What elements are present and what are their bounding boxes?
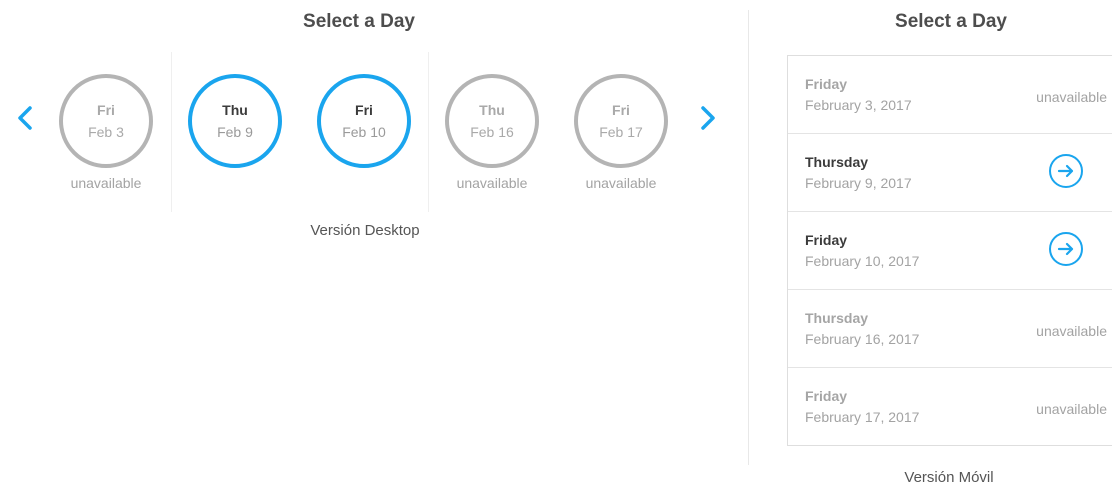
day-option-feb-9[interactable]: Thu Feb 9 (187, 74, 283, 193)
day-of-week: Fri (355, 101, 373, 118)
day-status (316, 175, 412, 193)
day-status: unavailable (70, 175, 142, 191)
day-of-week: Fri (612, 101, 630, 118)
row-date: February 10, 2017 (805, 253, 920, 269)
day-of-week: Thu (479, 101, 505, 118)
arrow-right-circle-icon[interactable] (1049, 154, 1083, 188)
arrow-right-circle-icon[interactable] (1049, 232, 1083, 266)
list-item: Friday February 3, 2017 unavailable (788, 56, 1112, 134)
day-list: Friday February 3, 2017 unavailable Thur… (787, 55, 1112, 446)
day-date: Feb 16 (470, 123, 514, 140)
day-status: unavailable (585, 175, 657, 191)
section-separator (748, 10, 749, 465)
divider (428, 52, 429, 212)
row-status: unavailable (1036, 323, 1107, 339)
list-item: Thursday February 16, 2017 unavailable (788, 290, 1112, 368)
day-circle[interactable]: Thu Feb 9 (188, 74, 282, 168)
row-day-of-week: Friday (805, 388, 848, 404)
list-item[interactable]: Thursday February 9, 2017 (788, 134, 1112, 212)
row-day-of-week: Thursday (805, 154, 869, 170)
day-date: Feb 9 (217, 123, 253, 140)
row-date: February 17, 2017 (805, 409, 920, 425)
day-of-week: Fri (97, 101, 115, 118)
desktop-title: Select a Day (303, 11, 415, 32)
row-day-of-week: Friday (805, 76, 848, 92)
divider (171, 52, 172, 212)
day-option-feb-17: Fri Feb 17 unavailable (573, 74, 669, 193)
day-option-feb-10[interactable]: Fri Feb 10 (316, 74, 412, 193)
list-item[interactable]: Friday February 10, 2017 (788, 212, 1112, 290)
row-status: unavailable (1036, 89, 1107, 105)
row-date: February 3, 2017 (805, 97, 912, 113)
day-circle: Fri Feb 17 (574, 74, 668, 168)
row-day-of-week: Thursday (805, 310, 869, 326)
row-date: February 16, 2017 (805, 331, 920, 347)
day-circle: Fri Feb 3 (59, 74, 153, 168)
desktop-caption: Versión Desktop (310, 222, 420, 239)
day-status: unavailable (456, 175, 528, 191)
day-option-feb-16: Thu Feb 16 unavailable (444, 74, 540, 193)
row-status: unavailable (1036, 401, 1107, 417)
list-item: Friday February 17, 2017 unavailable (788, 368, 1112, 446)
mobile-title: Select a Day (895, 11, 1007, 32)
day-date: Feb 3 (88, 123, 124, 140)
day-status (187, 175, 283, 193)
row-date: February 9, 2017 (805, 175, 912, 191)
day-date: Feb 10 (342, 123, 386, 140)
day-circle[interactable]: Fri Feb 10 (317, 74, 411, 168)
day-option-feb-3: Fri Feb 3 unavailable (58, 74, 154, 193)
day-circle: Thu Feb 16 (445, 74, 539, 168)
mobile-caption: Versión Móvil (904, 469, 994, 486)
chevron-right-icon[interactable] (694, 104, 720, 132)
chevron-left-icon[interactable] (13, 104, 39, 132)
day-date: Feb 17 (599, 123, 643, 140)
row-day-of-week: Friday (805, 232, 848, 248)
day-of-week: Thu (222, 101, 248, 118)
